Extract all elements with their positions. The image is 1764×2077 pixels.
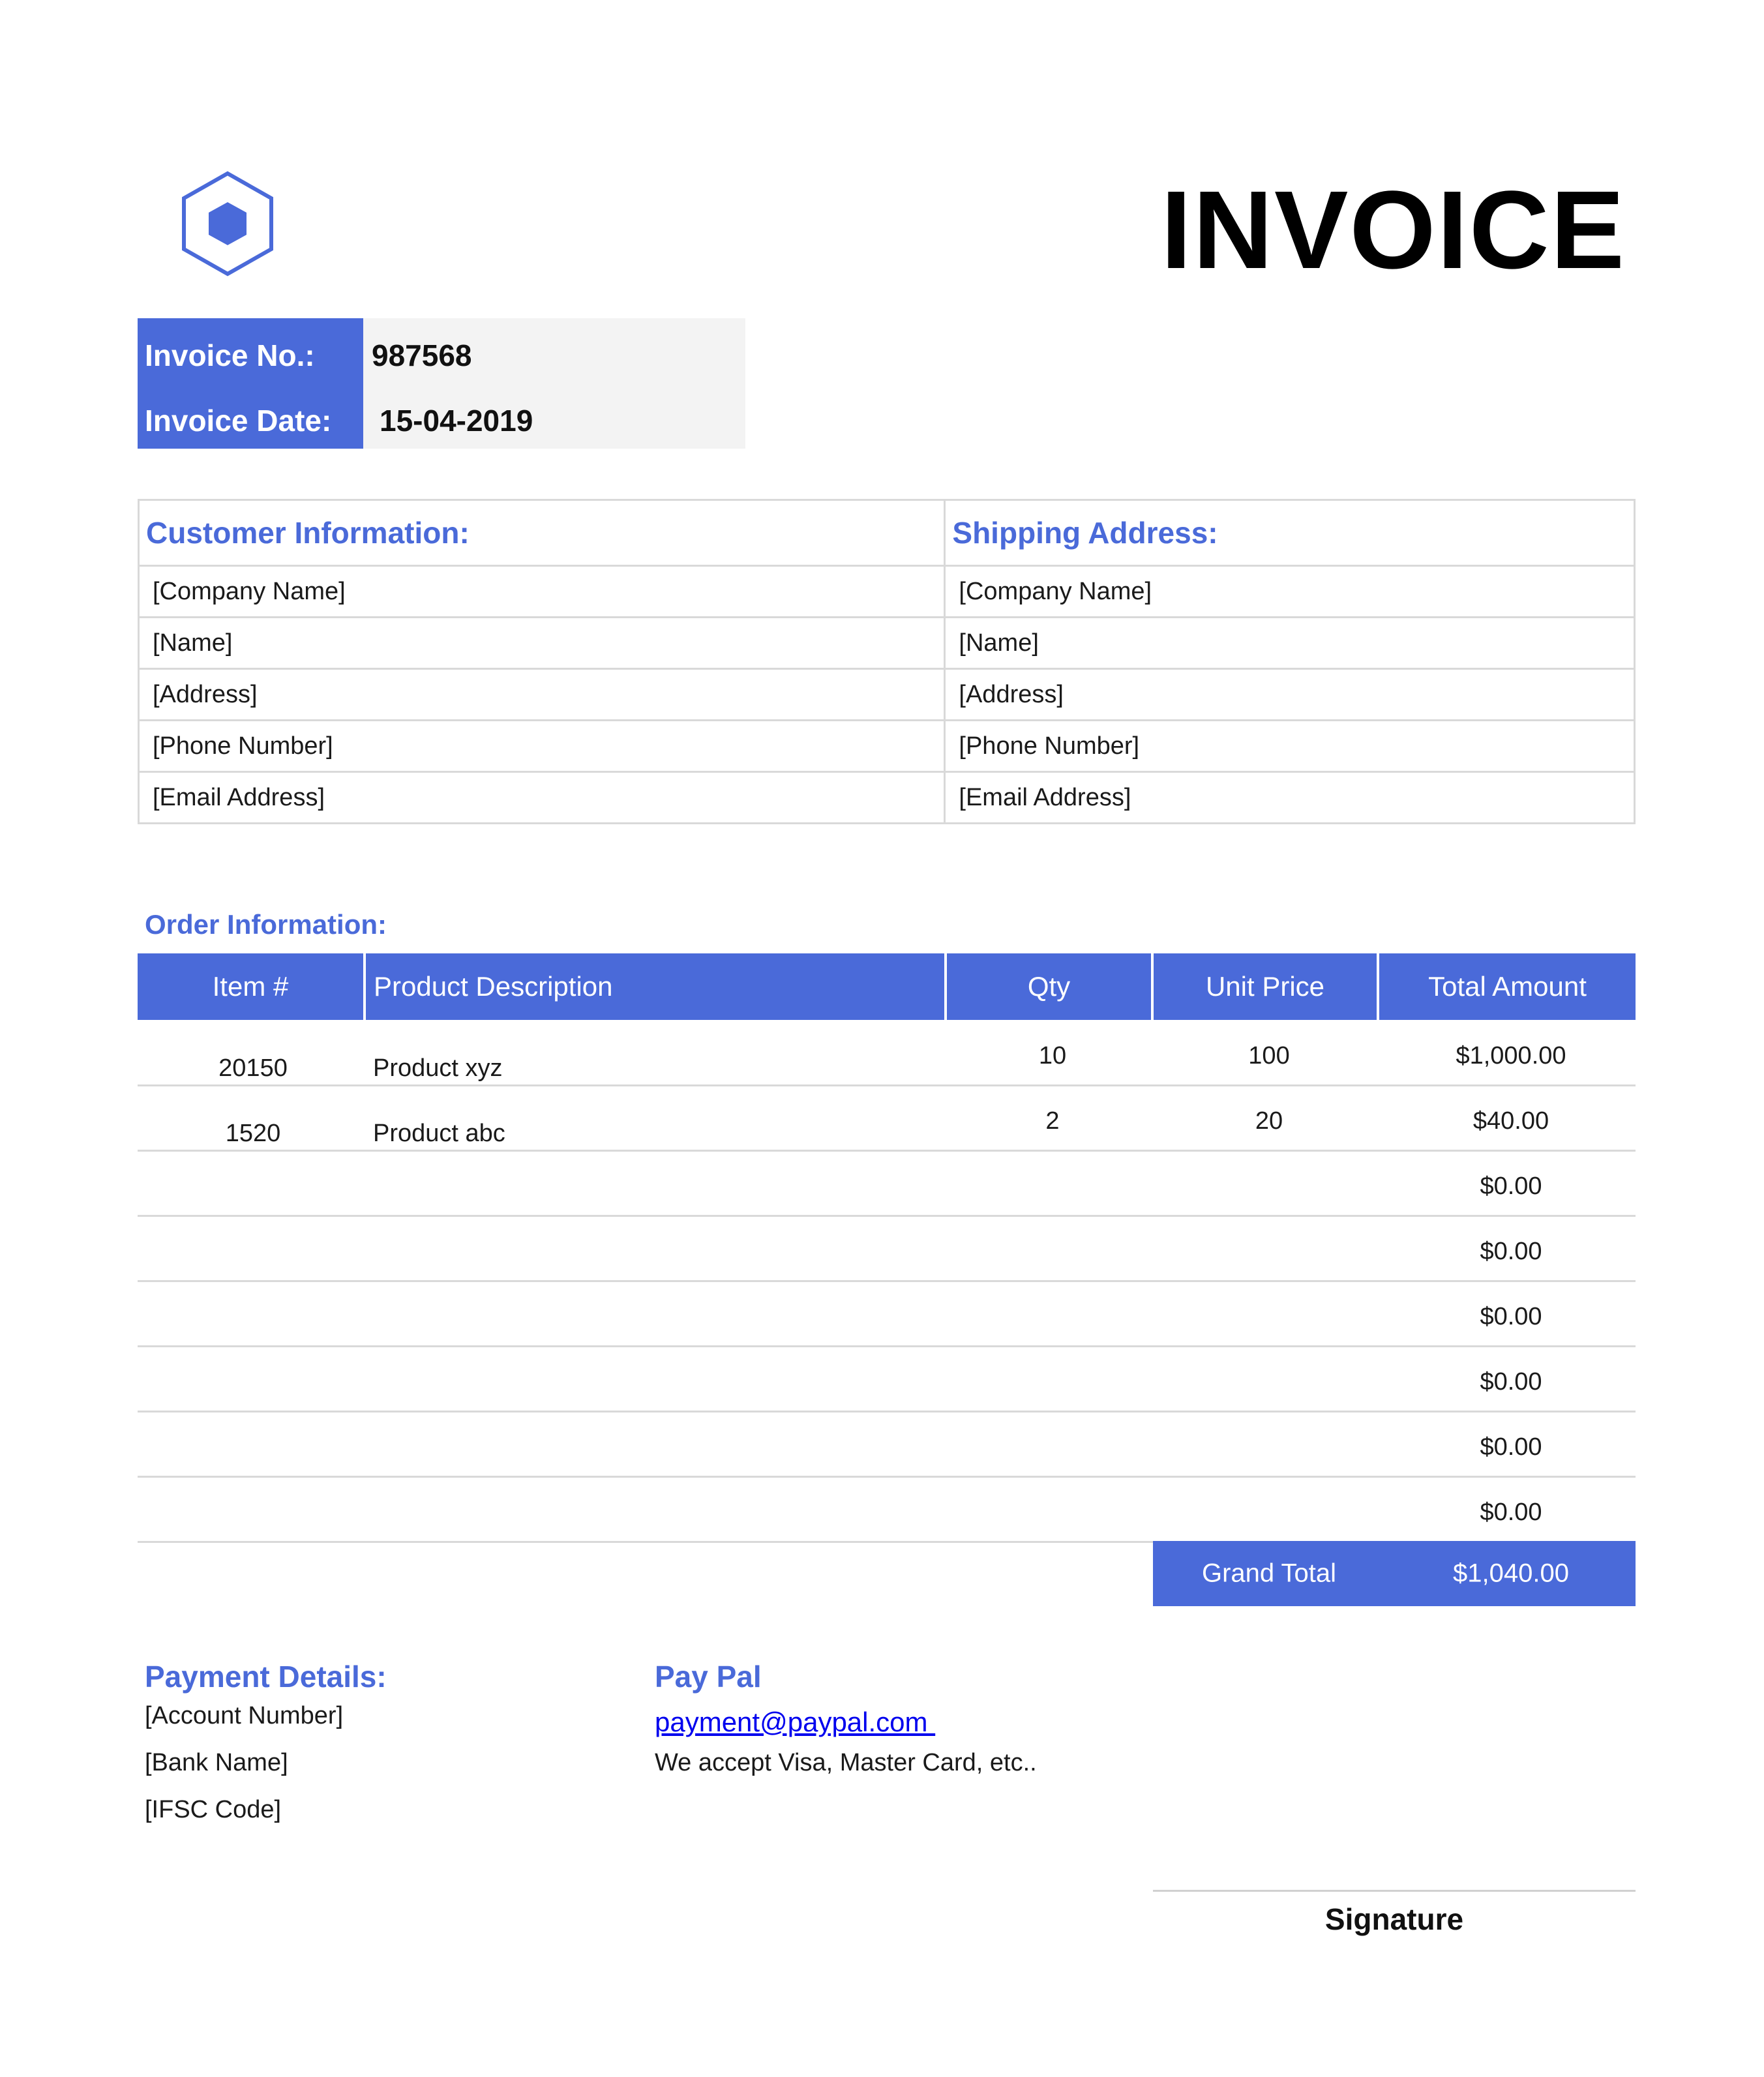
signature-line <box>1153 1890 1636 1892</box>
order-row-6-total: $0.00 <box>1480 1368 1542 1396</box>
customer-info-heading: Customer Information: <box>137 499 946 567</box>
invoice-no-value: 987568 <box>372 338 472 372</box>
shipping-address: [Address] <box>944 668 1636 721</box>
order-row-1-description: Product xyz <box>373 1054 503 1082</box>
invoice-no-label: Invoice No.: <box>145 338 315 372</box>
order-row-5-total: $0.00 <box>1480 1303 1542 1330</box>
col-header-qty: Qty <box>947 953 1151 1020</box>
customer-email: [Email Address] <box>137 771 946 824</box>
row-divider <box>138 1215 1636 1217</box>
account-number: [Account Number] <box>145 1702 344 1729</box>
invoice-date-label: Invoice Date: <box>145 404 332 438</box>
row-divider <box>138 1476 1636 1478</box>
row-divider <box>138 1084 1636 1086</box>
ifsc-code: [IFSC Code] <box>145 1796 282 1823</box>
row-divider <box>138 1411 1636 1412</box>
payment-methods-note: We accept Visa, Master Card, etc.. <box>655 1749 1037 1776</box>
row-divider <box>138 1280 1636 1282</box>
order-row-2-total: $40.00 <box>1472 1107 1549 1135</box>
shipping-address-heading: Shipping Address: <box>944 499 1636 567</box>
row-divider <box>138 1345 1636 1347</box>
shipping-name: [Name] <box>944 616 1636 670</box>
order-table-header: Item # Product Description Qty Unit Pric… <box>138 953 1636 1020</box>
order-row-2-unit-price: 20 <box>1255 1107 1283 1135</box>
order-row-1-item: 20150 <box>218 1054 288 1082</box>
order-row-3-total: $0.00 <box>1480 1173 1542 1200</box>
signature-label: Signature <box>1324 1902 1464 1936</box>
order-row-1-total: $1,000.00 <box>1456 1042 1566 1069</box>
row-divider <box>138 1150 1636 1152</box>
shipping-email: [Email Address] <box>944 771 1636 824</box>
hexagon-logo-icon <box>182 171 273 276</box>
customer-shipping-table: Customer Information: Shipping Address: … <box>137 499 1636 824</box>
customer-company-name: [Company Name] <box>137 565 946 618</box>
paypal-email-link[interactable]: payment@paypal.com <box>655 1709 935 1736</box>
grand-total-value: $1,040.00 <box>1453 1559 1569 1588</box>
col-header-item: Item # <box>138 953 363 1020</box>
order-row-1-qty: 10 <box>1038 1042 1067 1069</box>
paypal-heading: Pay Pal <box>655 1660 762 1694</box>
customer-name: [Name] <box>137 616 946 670</box>
col-header-description: Product Description <box>366 953 944 1020</box>
document-title: INVOICE <box>1160 168 1626 292</box>
col-header-unit-price: Unit Price <box>1154 953 1377 1020</box>
customer-address: [Address] <box>137 668 946 721</box>
bank-name: [Bank Name] <box>145 1749 288 1776</box>
col-header-total: Total Amount <box>1379 953 1636 1020</box>
order-row-7-total: $0.00 <box>1480 1433 1542 1461</box>
order-row-2-item: 1520 <box>225 1120 281 1147</box>
shipping-company-name: [Company Name] <box>944 565 1636 618</box>
order-row-1-unit-price: 100 <box>1248 1042 1290 1069</box>
order-row-8-total: $0.00 <box>1480 1499 1542 1526</box>
payment-details-heading: Payment Details: <box>145 1660 387 1694</box>
invoice-date-value: 15-04-2019 <box>380 404 533 438</box>
order-info-heading: Order Information: <box>145 909 387 940</box>
order-row-4-total: $0.00 <box>1480 1238 1542 1265</box>
customer-phone: [Phone Number] <box>137 719 946 773</box>
order-row-2-qty: 2 <box>1045 1107 1060 1135</box>
order-row-2-description: Product abc <box>373 1120 505 1147</box>
grand-total-label: Grand Total <box>1201 1559 1337 1588</box>
grand-total-bar: Grand Total $1,040.00 <box>1153 1541 1636 1606</box>
shipping-phone: [Phone Number] <box>944 719 1636 773</box>
